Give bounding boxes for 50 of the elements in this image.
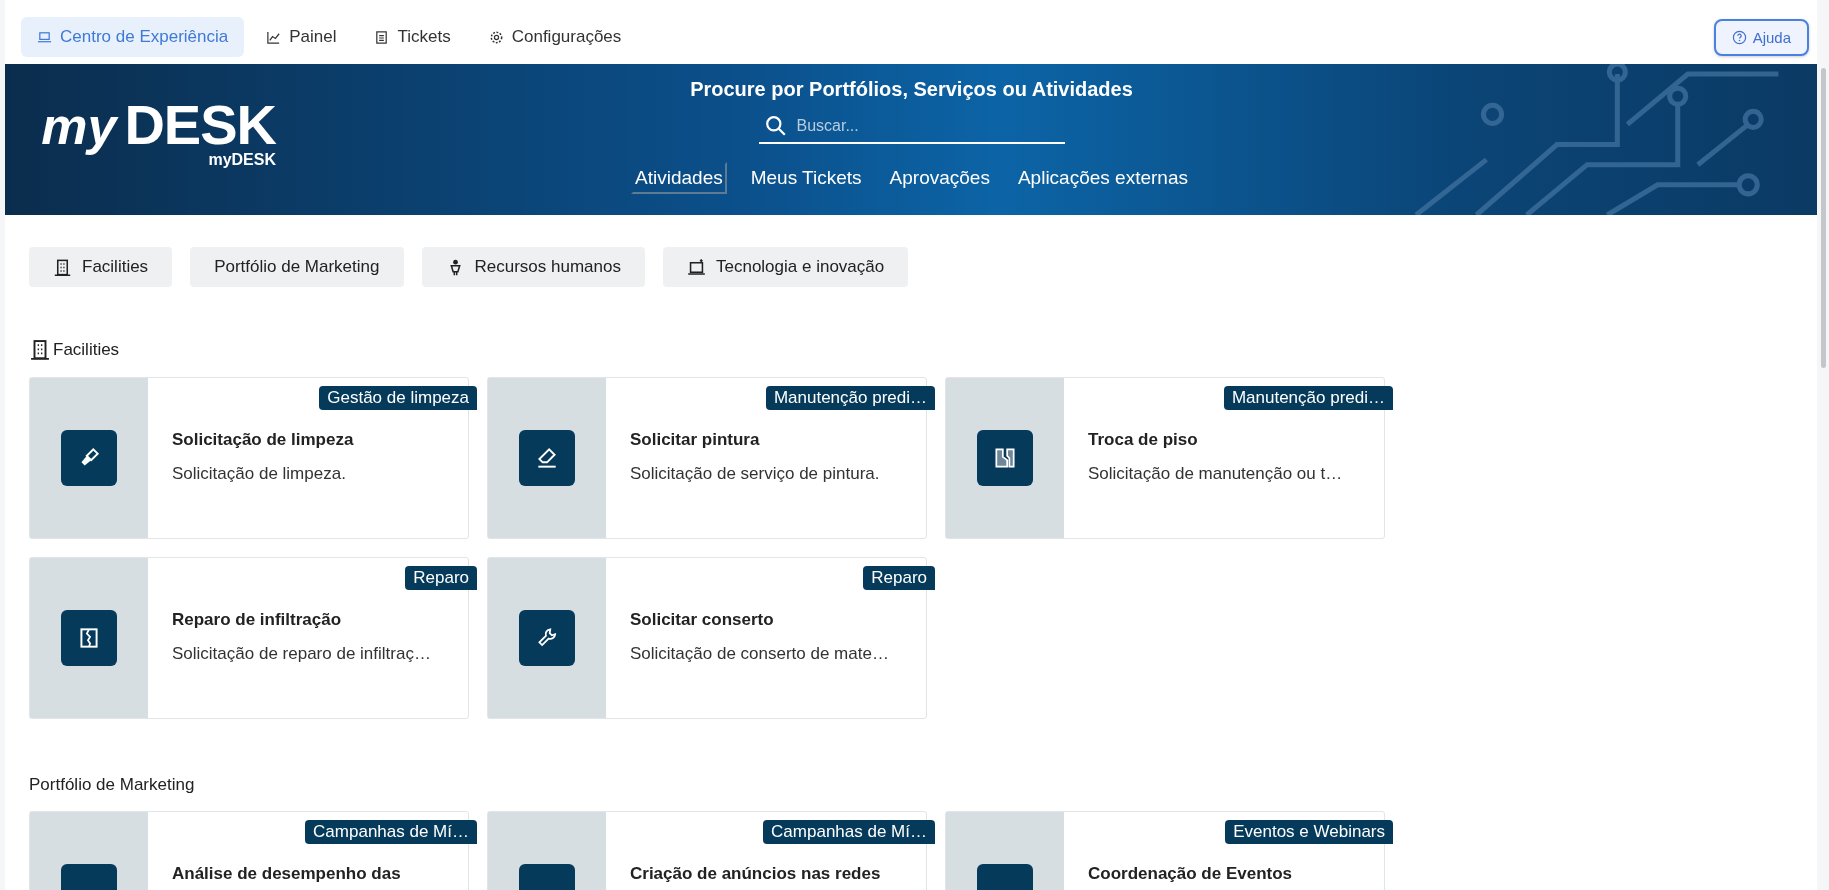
service-title: Solicitar conserto (630, 610, 775, 630)
category-tag: Reparo (863, 566, 935, 590)
category-tag: Manutenção predi… (1223, 386, 1393, 410)
banner-heading: Procure por Portfólios, Serviços ou Atividades (690, 78, 1133, 101)
service-title: Reparo de infiltração (172, 610, 343, 630)
help-button[interactable]: Ajuda (1713, 18, 1809, 56)
service-description: Solicitação de limpeza. (172, 464, 347, 484)
building-icon (29, 339, 51, 361)
service-title: Solicitar pintura (630, 430, 761, 450)
category-tag: Eventos e Webinars (1225, 820, 1393, 844)
service-title: Solicitação de limpeza (172, 430, 355, 450)
list-icon (374, 29, 390, 45)
banner-tab[interactable]: Aprovações (885, 162, 994, 194)
service-title: Análise de desempenho das (172, 864, 402, 884)
banner-tab[interactable]: Aplicações externas (1013, 162, 1192, 194)
category-filter[interactable]: Facilities (29, 247, 173, 287)
nav-tab[interactable]: Tickets (358, 17, 467, 57)
nav-tab[interactable]: Centro de Experiência (21, 17, 245, 57)
category-filter[interactable]: Tecnologia e inovação (662, 247, 909, 287)
laptop-icon (37, 29, 52, 45)
category-tag: Campanhas de Mí… (305, 820, 477, 844)
search-icon (764, 115, 787, 137)
category-filter[interactable]: Recursos humanos (421, 247, 645, 287)
help-icon (1731, 29, 1747, 45)
section-title: Portfólio de Marketing (29, 775, 195, 795)
service-title: Coordenação de Eventos (1088, 864, 1294, 884)
scrollbar[interactable] (1821, 68, 1826, 368)
category-tag: Campanhas de Mí… (763, 820, 935, 844)
service-title: Criação de anúncios nas redes (630, 864, 882, 884)
laptop-icon (686, 257, 706, 277)
banner-tab[interactable]: Meus Tickets (746, 162, 866, 194)
service-description: Solicitação de reparo de infiltraç… (172, 644, 432, 664)
service-title: Troca de piso (1088, 430, 1199, 450)
service-description: Solicitação de serviço de pintura. (630, 464, 881, 484)
service-description: Solicitação de manutenção ou t… (1088, 464, 1344, 484)
service-description: Solicitação de conserto de mate… (630, 644, 890, 664)
chart-icon (266, 29, 282, 45)
search-field[interactable]: Buscar... (794, 116, 1065, 136)
category-tag: Reparo (405, 566, 477, 590)
banner-tab[interactable]: Atividades (631, 162, 727, 194)
mydesk-logo: myDESK myDESK (40, 92, 276, 170)
nav-tab[interactable]: Painel (250, 17, 353, 57)
building-icon (53, 257, 72, 277)
category-tag: Gestão de limpeza (319, 386, 477, 410)
settings-icon (488, 29, 504, 45)
floor-icon (992, 445, 1018, 471)
category-tag: Manutenção predi… (765, 386, 935, 410)
section-title: Facilities (53, 340, 120, 360)
nav-tab[interactable]: Configurações (472, 17, 638, 57)
category-filter[interactable]: Portfólio de Marketing (190, 247, 404, 287)
